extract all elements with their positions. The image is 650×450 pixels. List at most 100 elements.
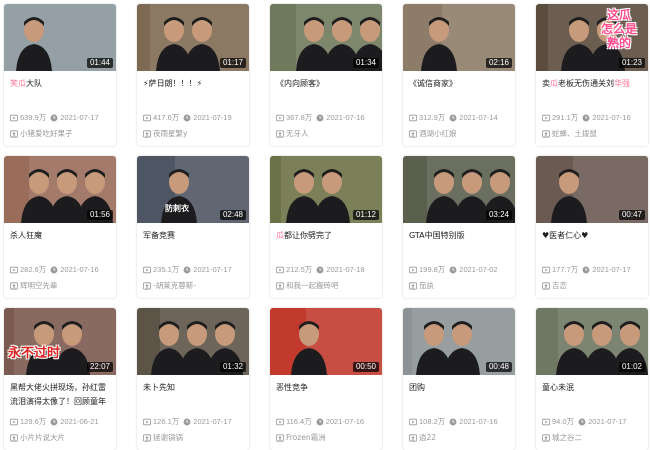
video-card[interactable]: 永不过时 22:07 黑帮大佬火拼现场，孙红雷流泪演得太像了！回顾童年 129.6万 2… [4,308,116,450]
uploader[interactable]: 蛇蜂、土拨鼠 [542,128,646,140]
video-card[interactable]: 01:32 未卜先知 126.1万 2021-07-17 拯谢锅锅 [137,308,249,450]
uploader-name[interactable]: 茄訙 [419,281,434,290]
video-card[interactable]: 01:02 童心未泯 94.0万 2021-07-17 城之谷二 [536,308,648,450]
video-meta: 212.5万 2021-07-18 [276,264,380,276]
video-meta: 291.1万 2021-07-16 [542,112,646,124]
uploader-name[interactable]: Frozen霜洲 [286,433,326,442]
view-count: 199.8万 [419,265,446,274]
view-count: 108.2万 [419,417,446,426]
video-title[interactable]: ♥医者仁心♥ [542,229,642,261]
view-count: 129.6万 [20,417,47,426]
uploader-name[interactable]: 辉明空先辈 [20,281,58,290]
uploader-name[interactable]: 蛇蜂、土拨鼠 [552,129,597,138]
uploader[interactable]: 酒湖小红娘 [409,128,513,140]
video-thumbnail[interactable]: 00:50 [270,308,382,375]
uploader[interactable]: 茄訙 [409,280,513,292]
view-count: 367.8万 [286,113,313,122]
video-meta: 312.9万 2021-07-14 [409,112,513,124]
video-thumbnail[interactable]: 00:48 [403,308,515,375]
video-card[interactable]: 03:24 GTA中国特别版 199.8万 2021-07-02 茄訙 [403,156,515,298]
video-title[interactable]: 卖瓜老板无伤通关刘华强 [542,77,642,109]
video-title[interactable]: 笑瓜大队 [10,77,110,109]
video-card[interactable]: 01:12 瓜都让你劈完了 212.5万 2021-07-18 和我一起搬砖吧 [270,156,382,298]
uploader-name[interactable]: 小片片说大片 [20,433,65,442]
video-card[interactable]: 01:44 笑瓜大队 639.9万 2021-07-17 小猪爱吃好果子 [4,4,116,146]
video-card[interactable]: 00:48 团购 108.2万 2021-07-16 逍22 [403,308,515,450]
title-text: 未卜先知 [143,383,175,392]
clock-icon [582,266,590,274]
duration-badge: 01:34 [352,58,379,68]
video-thumbnail[interactable]: 02:16 [403,4,515,71]
duration-badge: 02:16 [485,58,512,68]
video-title[interactable]: 黑帮大佬火拼现场，孙红雷流泪演得太像了！回顾童年 [10,381,110,413]
video-thumbnail[interactable]: 01:34 [270,4,382,71]
uploader[interactable]: 拯谢锅锅 [143,432,247,444]
video-card[interactable]: 这瓜 怎么是 熟的 01:23 卖瓜老板无伤通关刘华强 291.1万 2021-07-1… [536,4,648,146]
uploader-name[interactable]: 和我一起搬砖吧 [286,281,339,290]
uploader[interactable]: 小片片说大片 [10,432,114,444]
video-title[interactable]: 童心未泯 [542,381,642,413]
video-title[interactable]: 军备竞赛 [143,229,243,261]
video-card[interactable]: 02:16 《诚信商家》 312.9万 2021-07-14 酒湖小红娘 [403,4,515,146]
video-card[interactable]: 01:17 ⚡萨日朗！！！⚡ 417.6万 2021-07-19 夜雨星繁y [137,4,249,146]
video-card[interactable]: 防刺衣 02:48 军备竞赛 235.1万 2021-07-17 -胡莱克蓉斯- [137,156,249,298]
video-title[interactable]: 未卜先知 [143,381,243,413]
video-title[interactable]: 瓜都让你劈完了 [276,229,376,261]
video-thumbnail[interactable]: 永不过时 22:07 [4,308,116,375]
video-thumbnail[interactable]: 01:56 [4,156,116,223]
video-thumbnail[interactable]: 03:24 [403,156,515,223]
video-thumbnail[interactable]: 01:32 [137,308,249,375]
uploader[interactable]: 辉明空先辈 [10,280,114,292]
video-thumbnail[interactable]: 01:02 [536,308,648,375]
title-highlight: 笑瓜 [10,79,26,88]
duration-badge: 01:17 [219,58,246,68]
uploader-icon [143,130,151,138]
clock-icon [582,114,590,122]
video-title[interactable]: GTA中国特别版 [409,229,509,261]
uploader-name[interactable]: 无牙人 [286,129,309,138]
video-thumbnail[interactable]: 01:17 [137,4,249,71]
video-title[interactable]: 《诚信商家》 [409,77,509,109]
video-title[interactable]: 杀人狂魔 [10,229,110,261]
uploader[interactable]: 吉恋 [542,280,646,292]
video-title[interactable]: 恶性竞争 [276,381,376,413]
clock-icon [578,418,586,426]
video-title[interactable]: 团购 [409,381,509,413]
uploader[interactable]: -胡莱克蓉斯- [143,280,247,292]
uploader[interactable]: 夜雨星繁y [143,128,247,140]
video-card[interactable]: 00:47 ♥医者仁心♥ 177.7万 2021-07-17 吉恋 [536,156,648,298]
video-card[interactable]: 01:34 《内向顾客》 367.8万 2021-07-16 无牙人 [270,4,382,146]
uploader-name[interactable]: 吉恋 [552,281,567,290]
uploader-name[interactable]: 逍22 [419,433,436,442]
uploader-name[interactable]: 城之谷二 [552,433,582,442]
uploader[interactable]: 小猪爱吃好果子 [10,128,114,140]
upload-date: 2021-07-16 [459,417,498,426]
title-text: 杀人狂魔 [10,231,42,240]
video-card[interactable]: 01:56 杀人狂魔 282.6万 2021-07-16 辉明空先辈 [4,156,116,298]
uploader[interactable]: 和我一起搬砖吧 [276,280,380,292]
view-count: 312.9万 [419,113,446,122]
video-thumbnail[interactable]: 01:12 [270,156,382,223]
uploader[interactable]: 逍22 [409,432,513,444]
video-thumbnail[interactable]: 01:44 [4,4,116,71]
uploader[interactable]: 城之谷二 [542,432,646,444]
uploader-icon [409,434,417,442]
video-thumbnail[interactable]: 防刺衣 02:48 [137,156,249,223]
video-thumbnail[interactable]: 00:47 [536,156,648,223]
uploader[interactable]: Frozen霜洲 [276,432,380,444]
video-title[interactable]: 《内向顾客》 [276,77,376,109]
uploader-name[interactable]: -胡莱克蓉斯- [153,281,196,290]
upload-date: 2021-07-17 [193,417,232,426]
view-count: 116.4万 [286,417,312,426]
view-count: 177.7万 [552,265,579,274]
video-title[interactable]: ⚡萨日朗！！！⚡ [143,77,243,109]
uploader[interactable]: 无牙人 [276,128,380,140]
uploader-name[interactable]: 酒湖小红娘 [419,129,457,138]
uploader-name[interactable]: 小猪爱吃好果子 [20,129,73,138]
date-group: 2021-07-16 [582,113,631,122]
date-group: 2021-07-14 [449,113,498,122]
uploader-name[interactable]: 拯谢锅锅 [153,433,183,442]
video-thumbnail[interactable]: 这瓜 怎么是 熟的 01:23 [536,4,648,71]
uploader-name[interactable]: 夜雨星繁y [153,129,187,138]
video-card[interactable]: 00:50 恶性竞争 116.4万 2021-07-16 Frozen霜洲 [270,308,382,450]
